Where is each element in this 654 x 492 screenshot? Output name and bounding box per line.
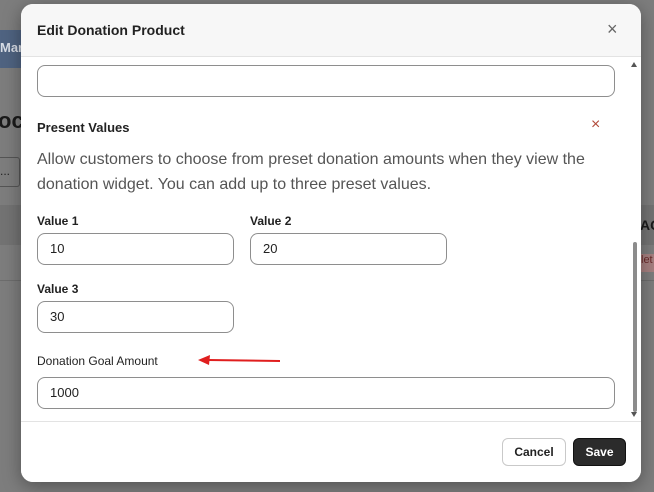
value-1-label: Value 1 [37, 214, 79, 228]
modal-title: Edit Donation Product [37, 22, 185, 38]
present-values-helper-text: Allow customers to choose from preset do… [37, 151, 585, 193]
scroll-up-icon[interactable] [631, 62, 637, 67]
background-badge: let [641, 254, 654, 272]
top-text-field[interactable] [37, 65, 615, 97]
background-column-label: AC [640, 217, 654, 233]
scroll-down-icon[interactable] [631, 412, 637, 417]
donation-goal-input[interactable]: 1000 [37, 377, 615, 409]
present-values-title: Present Values [37, 120, 130, 135]
modal-body: Present Values × Allow customers to choo… [21, 57, 641, 421]
annotation-arrow-icon [198, 355, 281, 365]
cancel-button[interactable]: Cancel [502, 438, 566, 466]
value-2-input[interactable]: 20 [250, 233, 447, 265]
background-nav-text: Mar [0, 40, 24, 55]
save-button[interactable]: Save [573, 438, 626, 466]
value-1-input[interactable]: 10 [37, 233, 234, 265]
value-3-input[interactable]: 30 [37, 301, 234, 333]
donation-goal-label: Donation Goal Amount [37, 354, 158, 368]
close-icon[interactable]: × [607, 20, 618, 38]
value-2-label: Value 2 [250, 214, 292, 228]
edit-donation-product-modal: Edit Donation Product × Present Values ×… [21, 4, 641, 482]
modal-scrollbar-thumb[interactable] [633, 242, 637, 412]
annotation-arrow-head [198, 355, 210, 365]
annotation-arrow-shaft [207, 359, 281, 362]
background-select-text: ... [0, 164, 11, 178]
remove-section-icon[interactable]: × [591, 116, 600, 134]
modal-header: Edit Donation Product × [21, 4, 641, 57]
value-3-label: Value 3 [37, 282, 79, 296]
